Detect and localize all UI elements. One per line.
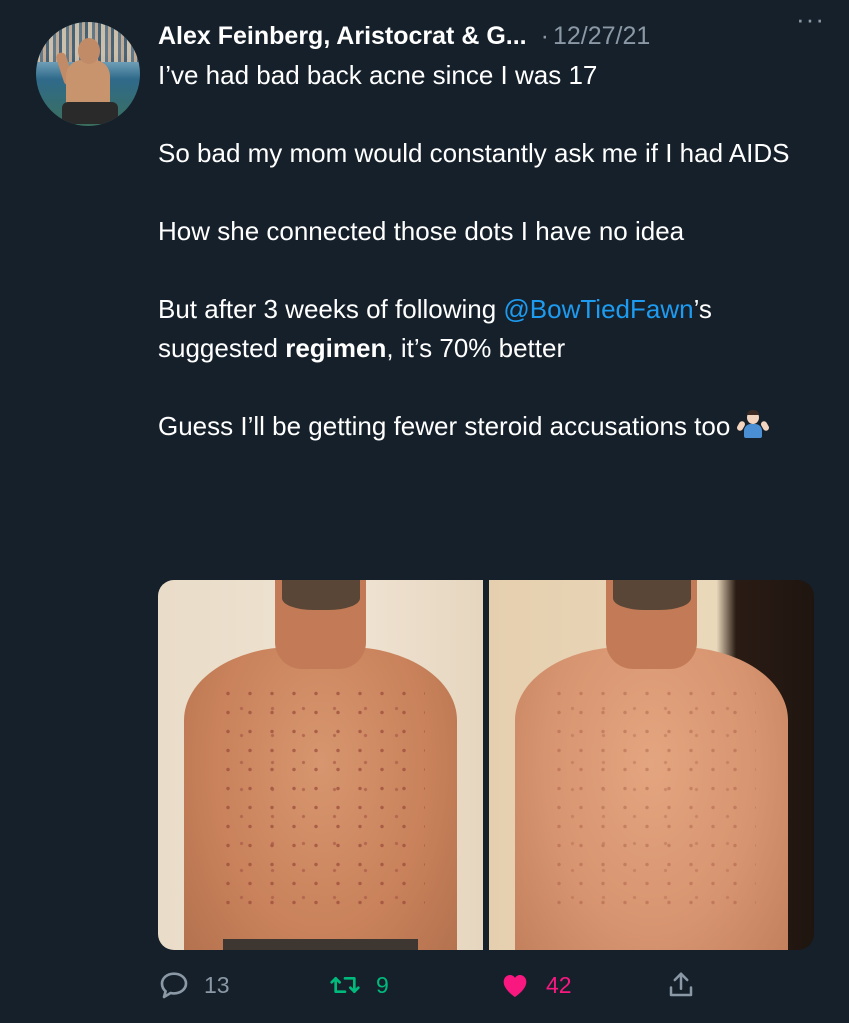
acne-spots — [216, 683, 425, 906]
tweet-header: Alex Feinberg, Aristocrat & G... · 12/27… — [158, 18, 829, 54]
retweet-count: 9 — [376, 971, 389, 998]
tweet-paragraph: Guess I’ll be getting fewer steroid accu… — [158, 407, 828, 446]
mention-link[interactable]: @BowTiedFawn — [503, 294, 693, 324]
shrug-emoji-icon — [735, 409, 770, 439]
text-segment: But after 3 weeks of following — [158, 294, 504, 324]
text-segment: , it’s 70% better — [386, 333, 566, 363]
share-button[interactable] — [666, 964, 696, 1006]
bold-text: regimen — [285, 333, 387, 363]
media-grid — [158, 580, 814, 950]
hair — [612, 580, 691, 610]
photo-before[interactable] — [158, 580, 483, 950]
tweet-paragraph: But after 3 weeks of following @BowTiedF… — [158, 290, 828, 368]
avatar-shorts — [62, 102, 118, 124]
tweet-paragraph: So bad my mom would constantly ask me if… — [158, 138, 790, 168]
tweet: Alex Feinberg, Aristocrat & G... · 12/27… — [0, 0, 849, 1023]
reply-count: 13 — [204, 971, 230, 998]
author-name[interactable]: Alex Feinberg, Aristocrat & G... — [158, 22, 527, 51]
share-icon — [669, 972, 693, 997]
tweet-paragraph: How she connected those dots I have no i… — [158, 216, 685, 246]
avatar-head — [78, 38, 100, 64]
action-bar: 13 9 42 — [158, 964, 718, 1006]
header-separator: · — [540, 21, 549, 50]
reply-button[interactable]: 13 — [158, 964, 230, 1006]
heart-icon — [503, 975, 527, 997]
waistband — [223, 938, 418, 950]
like-count: 42 — [546, 971, 572, 998]
acne-spots — [547, 683, 756, 906]
tweet-text: I’ve had bad back acne since I was 17 So… — [158, 56, 828, 446]
tweet-date[interactable]: 12/27/21 — [553, 22, 650, 51]
avatar[interactable] — [36, 22, 140, 126]
photo-after[interactable] — [489, 580, 814, 950]
like-button[interactable]: 42 — [498, 964, 572, 1006]
text-segment: Guess I’ll be getting fewer steroid accu… — [158, 411, 731, 441]
retweet-icon — [330, 977, 360, 993]
retweet-button[interactable]: 9 — [328, 964, 389, 1006]
tweet-paragraph: I’ve had bad back acne since I was 17 — [158, 60, 598, 90]
reply-icon — [160, 972, 188, 999]
more-options-icon[interactable]: ··· — [796, 4, 825, 35]
hair — [281, 580, 360, 610]
